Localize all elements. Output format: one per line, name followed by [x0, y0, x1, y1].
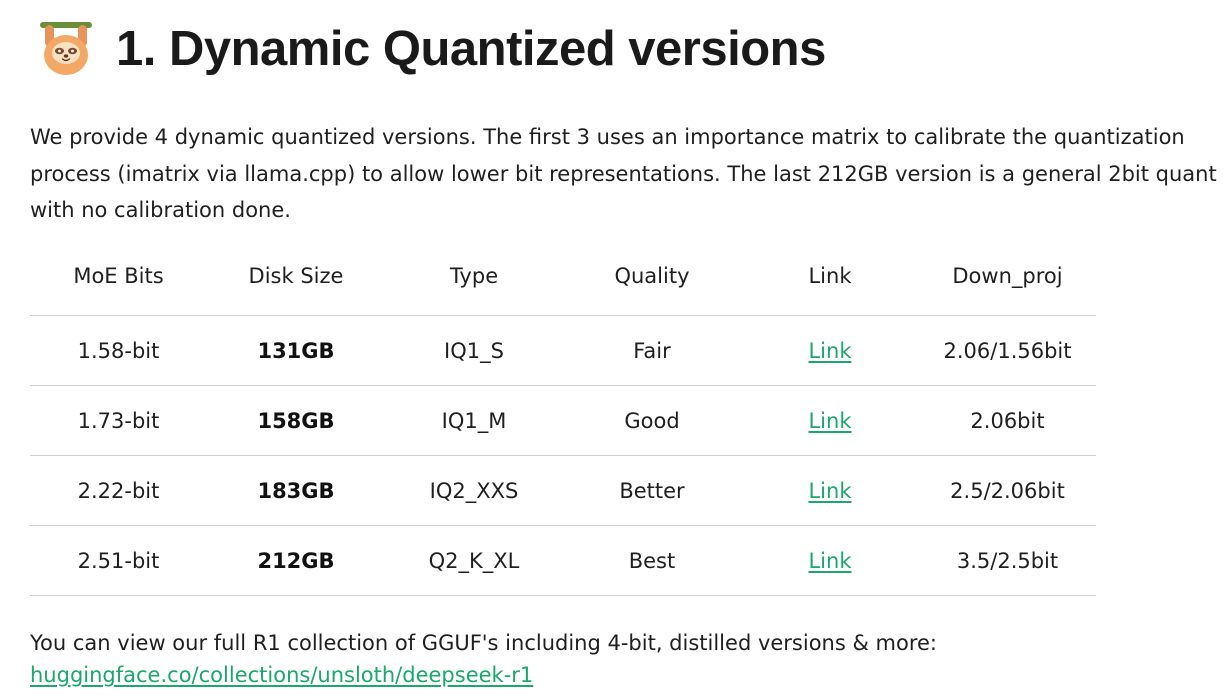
quantized-versions-table: MoE Bits Disk Size Type Quality Link Dow… — [30, 236, 1096, 596]
cell-down-proj: 2.06bit — [919, 385, 1096, 456]
cell-moe-bits: 2.22-bit — [30, 455, 207, 526]
cell-type: Q2_K_XL — [385, 525, 563, 596]
intro-paragraph: We provide 4 dynamic quantized versions.… — [30, 125, 1217, 222]
sloth-logo-icon — [40, 22, 92, 75]
cell-quality: Fair — [563, 315, 741, 386]
header-quality: Quality — [563, 236, 741, 316]
download-link[interactable]: Link — [808, 409, 851, 433]
cell-quality: Better — [563, 455, 741, 526]
table-row: 1.73-bit 158GB IQ1_M Good Link 2.06bit — [30, 385, 1096, 456]
cell-moe-bits: 1.73-bit — [30, 385, 207, 456]
cell-disk-size: 131GB — [207, 315, 385, 386]
header-disk-size: Disk Size — [207, 236, 385, 316]
cell-down-proj: 2.06/1.56bit — [919, 315, 1096, 386]
cell-down-proj: 2.5/2.06bit — [919, 455, 1096, 526]
download-link[interactable]: Link — [808, 339, 851, 363]
footer-note: You can view our full R1 collection of G… — [30, 627, 1218, 691]
table-header-row: MoE Bits Disk Size Type Quality Link Dow… — [30, 236, 1096, 316]
header-down-proj: Down_proj — [919, 236, 1096, 316]
page-heading: 1. Dynamic Quantized versions — [36, 14, 826, 84]
table-row: 2.22-bit 183GB IQ2_XXS Better Link 2.5/2… — [30, 455, 1096, 526]
collection-link[interactable]: huggingface.co/collections/unsloth/deeps… — [30, 659, 1218, 691]
cell-type: IQ1_M — [385, 385, 563, 456]
cell-disk-size: 158GB — [207, 385, 385, 456]
cell-disk-size: 212GB — [207, 525, 385, 596]
cell-moe-bits: 2.51-bit — [30, 525, 207, 596]
cell-quality: Good — [563, 385, 741, 456]
cell-type: IQ2_XXS — [385, 455, 563, 526]
cell-quality: Best — [563, 525, 741, 596]
cell-link: Link — [741, 525, 919, 596]
cell-moe-bits: 1.58-bit — [30, 315, 207, 386]
cell-link: Link — [741, 455, 919, 526]
table-row: 2.51-bit 212GB Q2_K_XL Best Link 3.5/2.5… — [30, 525, 1096, 596]
cell-down-proj: 3.5/2.5bit — [919, 525, 1096, 596]
cell-link: Link — [741, 385, 919, 456]
cell-type: IQ1_S — [385, 315, 563, 386]
header-type: Type — [385, 236, 563, 316]
download-link[interactable]: Link — [808, 479, 851, 503]
download-link[interactable]: Link — [808, 549, 851, 573]
header-link: Link — [741, 236, 919, 316]
table-row: 1.58-bit 131GB IQ1_S Fair Link 2.06/1.56… — [30, 315, 1096, 386]
header-moe-bits: MoE Bits — [30, 236, 207, 316]
footer-text: You can view our full R1 collection of G… — [30, 631, 937, 655]
cell-link: Link — [741, 315, 919, 386]
page-title: 1. Dynamic Quantized versions — [116, 22, 826, 76]
cell-disk-size: 183GB — [207, 455, 385, 526]
